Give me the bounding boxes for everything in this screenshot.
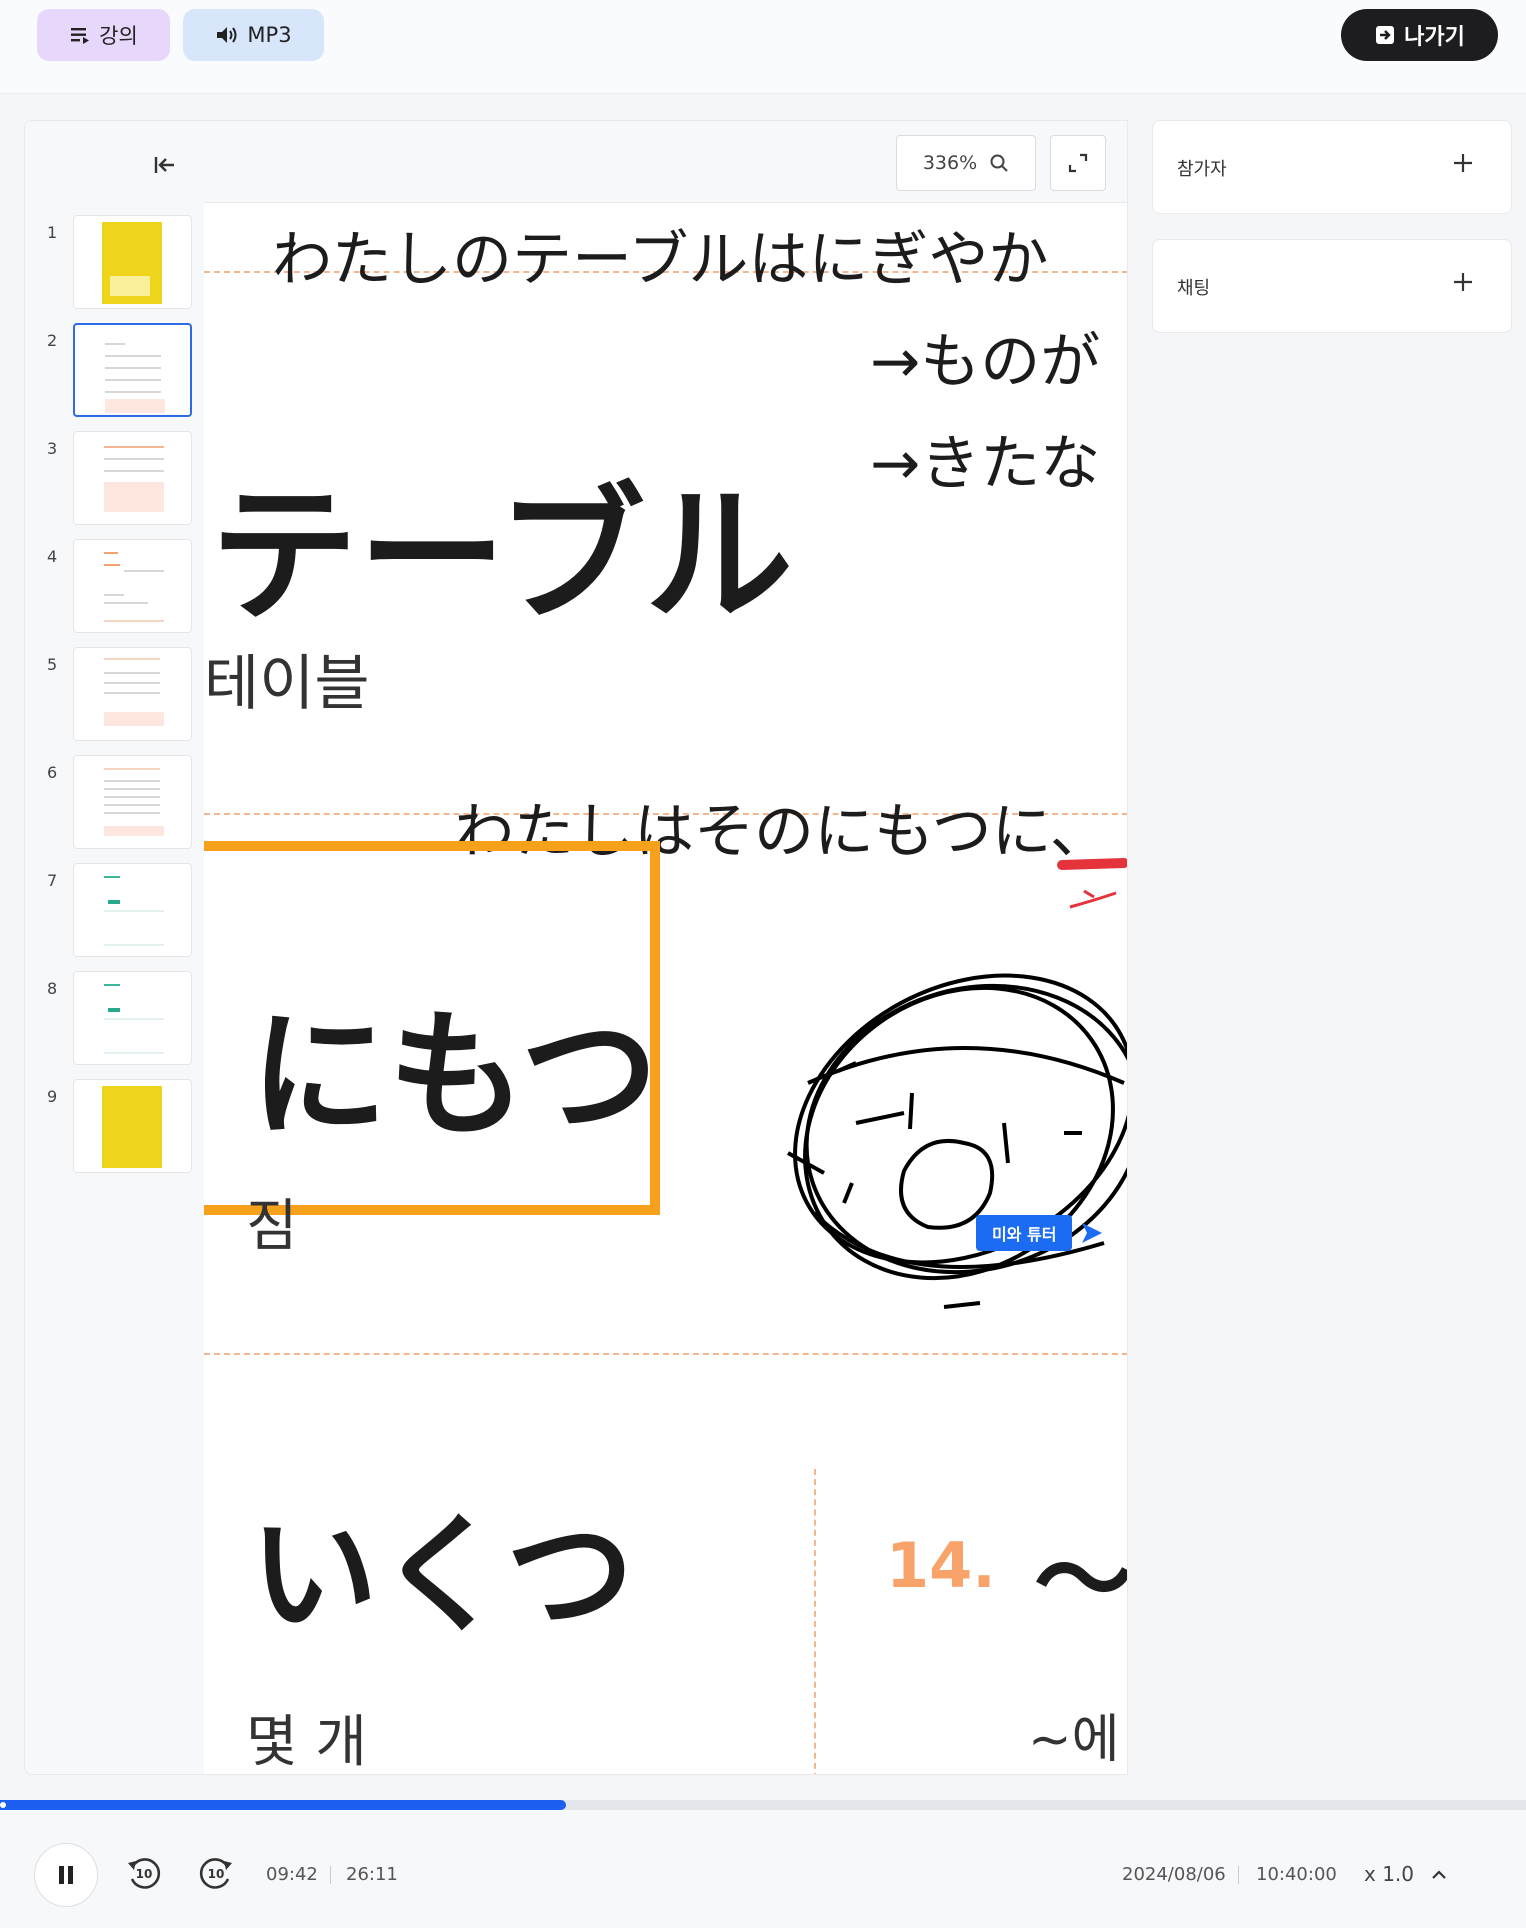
exit-label: 나가기 (1404, 25, 1465, 50)
player-bar: 10 10 09:42 26:11 2024/08/06 10:40:00 x … (0, 1810, 1526, 1928)
pause-button[interactable] (34, 1843, 98, 1907)
forward-seconds: 10 (208, 1867, 225, 1881)
viewer-toolbar: 336% (204, 121, 1127, 203)
exit-icon (1376, 26, 1395, 44)
chat-label: 채팅 (1177, 278, 1211, 299)
slide-thumbnail[interactable] (73, 971, 192, 1065)
grammar-meaning: ~에 (1028, 1710, 1120, 1770)
top-bar: 강의 MP3 나가기 (0, 0, 1526, 94)
thumbnail-number: 8 (47, 979, 58, 998)
thumbnail-number: 3 (47, 439, 58, 458)
pause-icon (59, 1866, 73, 1884)
fullscreen-button[interactable] (1050, 135, 1106, 191)
slide-thumbnail[interactable] (73, 863, 192, 957)
participants-panel[interactable]: 참가자 (1152, 120, 1512, 214)
column-divider (814, 1469, 816, 1774)
rewind-seconds: 10 (136, 1867, 153, 1881)
thumbnail-item[interactable]: 2 (25, 323, 205, 419)
mp3-button[interactable]: MP3 (183, 9, 324, 61)
session-clock: 10:40:00 (1256, 1864, 1337, 1885)
progress-fill (0, 1800, 567, 1810)
thumbnail-number: 2 (47, 331, 58, 350)
section-number: 14. (886, 1529, 996, 1602)
rewind-10-button[interactable]: 10 (124, 1853, 164, 1893)
mp3-label: MP3 (247, 23, 292, 47)
slide-thumbnail-panel: 1 2 3 4 5 6 7 8 9 (24, 120, 204, 1775)
slide-thumbnail[interactable] (73, 647, 192, 741)
participants-label: 참가자 (1177, 159, 1227, 180)
vocab-word-how-many: いくつ (250, 1501, 635, 1650)
thumbnail-item[interactable]: 6 (25, 755, 205, 851)
collapse-panel-icon[interactable] (151, 151, 179, 179)
slide-thumbnail[interactable] (73, 539, 192, 633)
forward-icon: 10 (199, 1858, 232, 1889)
current-time: 09:42 (266, 1864, 318, 1885)
zoom-control[interactable]: 336% (896, 135, 1036, 191)
thumbnail-number: 7 (47, 871, 58, 890)
grammar-tilde: 〜 (1034, 1522, 1128, 1639)
thumbnail-item[interactable]: 1 (25, 215, 205, 311)
chat-panel[interactable]: 채팅 (1152, 239, 1512, 333)
speaker-icon (217, 27, 237, 43)
playback-speed[interactable]: x 1.0 (1364, 1862, 1414, 1886)
slide-viewer: 336% わたしのテーブルはにぎやか →ものが →きたな テーブル 테이블 わた… (204, 120, 1128, 1775)
plus-icon[interactable] (1451, 151, 1475, 175)
thumbnail-number: 6 (47, 763, 58, 782)
slide-thumbnail[interactable] (73, 755, 192, 849)
thumbnail-number: 1 (47, 223, 58, 242)
expand-icon (1068, 153, 1088, 173)
lecture-button[interactable]: 강의 (37, 9, 170, 61)
total-time: 26:11 (346, 1864, 398, 1885)
playlist-icon (71, 28, 90, 44)
forward-10-button[interactable]: 10 (196, 1853, 236, 1893)
thumbnail-item[interactable]: 7 (25, 863, 205, 959)
thumbnail-number: 5 (47, 655, 58, 674)
divider (204, 1353, 1127, 1355)
plus-icon[interactable] (1451, 270, 1475, 294)
slide-thumbnail[interactable] (73, 323, 192, 417)
progress-handle[interactable] (0, 1802, 6, 1808)
cursor-pointer-icon (1082, 1223, 1102, 1243)
slide-thumbnail[interactable] (73, 1079, 192, 1173)
slide-thumbnail[interactable] (73, 431, 192, 525)
search-icon (990, 154, 1008, 172)
time-separator (330, 1866, 331, 1884)
tutor-cursor-label: 미와 튜터 (976, 1215, 1073, 1251)
thumbnail-item[interactable]: 4 (25, 539, 205, 635)
slide-canvas[interactable]: わたしのテーブルはにぎやか →ものが →きたな テーブル 테이블 わたしはそのに… (204, 203, 1128, 1775)
slide-thumbnail[interactable] (73, 215, 192, 309)
lecture-label: 강의 (99, 24, 138, 48)
thumbnail-number: 4 (47, 547, 58, 566)
vocab-meaning-how-many: 몇 개 (246, 1710, 367, 1775)
thumbnail-item[interactable]: 8 (25, 971, 205, 1067)
exit-button[interactable]: 나가기 (1341, 9, 1498, 61)
thumbnail-item[interactable]: 3 (25, 431, 205, 527)
chevron-up-icon[interactable] (1430, 1866, 1448, 1884)
date-separator (1238, 1866, 1239, 1884)
rewind-icon: 10 (128, 1858, 161, 1889)
thumbnail-item[interactable]: 9 (25, 1079, 205, 1175)
session-date: 2024/08/06 (1122, 1864, 1226, 1885)
thumbnail-item[interactable]: 5 (25, 647, 205, 743)
zoom-level: 336% (922, 152, 978, 174)
playback-progress-bar[interactable] (0, 1800, 1526, 1810)
thumbnail-number: 9 (47, 1087, 58, 1106)
